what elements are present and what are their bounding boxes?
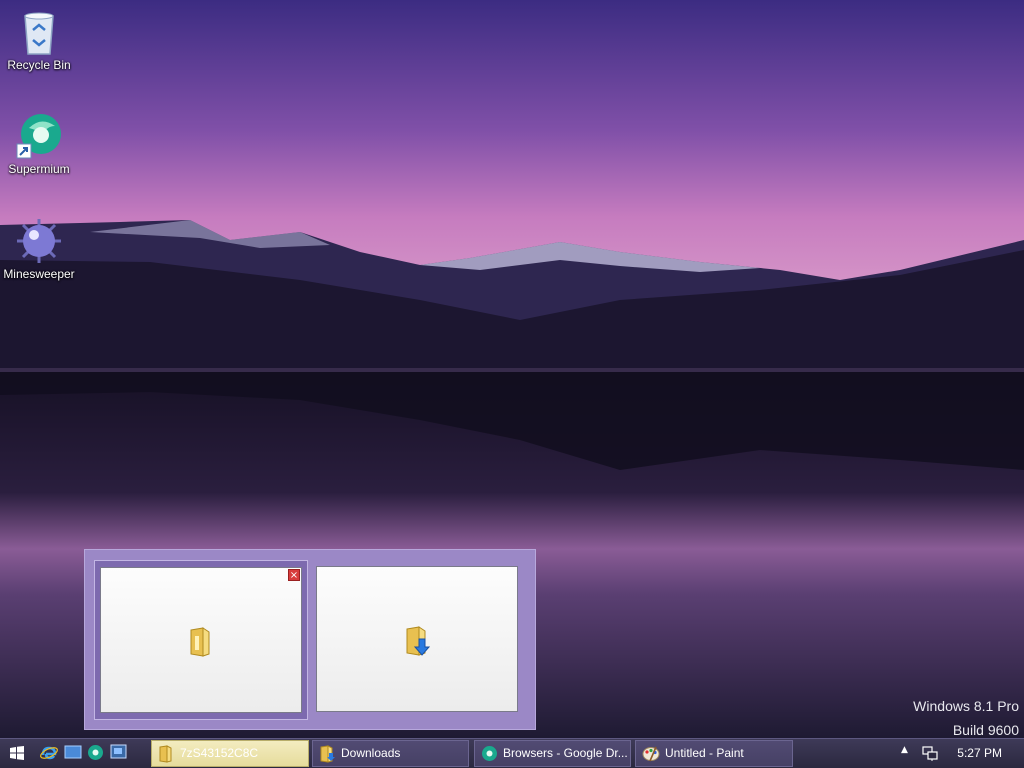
- folder-icon: [190, 627, 210, 657]
- desktop-icon-recycle-bin[interactable]: Recycle Bin: [1, 8, 77, 72]
- taskbar-button-label: 7zS43152C8C: [180, 746, 259, 760]
- desktop-icon-minesweeper[interactable]: Minesweeper: [1, 217, 77, 281]
- thumbnail-7zs-folder[interactable]: ×: [94, 560, 308, 720]
- taskbar-clock[interactable]: 5:27 PM: [957, 739, 1002, 768]
- show-desktop-icon[interactable]: [64, 744, 82, 760]
- show-hidden-icons-chevron-icon[interactable]: ▲: [901, 745, 908, 755]
- supermium-icon: [482, 746, 497, 761]
- minesweeper-icon: [15, 217, 63, 265]
- taskbar-thumbnail-preview: ×: [84, 549, 536, 730]
- taskbar-button-label: Downloads: [341, 746, 401, 760]
- internet-explorer-icon[interactable]: [40, 744, 58, 762]
- desktop-icon-label: Minesweeper: [3, 267, 75, 281]
- downloads-folder-icon: [320, 745, 335, 763]
- thumbnail-downloads-folder[interactable]: [311, 560, 525, 720]
- taskbar-button-untitled-paint[interactable]: Untitled - Paint: [635, 740, 793, 767]
- windows-logo-icon[interactable]: [10, 746, 24, 760]
- network-icon[interactable]: [922, 746, 938, 762]
- taskbar-button-label: Untitled - Paint: [665, 746, 744, 760]
- desktop-icon-supermium[interactable]: Supermium: [1, 112, 77, 176]
- watermark-build: Build 9600: [952, 722, 1019, 738]
- desktop[interactable]: Recycle Bin Supermium Minesweeper Window…: [0, 0, 1024, 738]
- taskbar-button-7zs-folder[interactable]: 7zS43152C8C: [151, 740, 309, 767]
- supermium-icon[interactable]: [87, 744, 104, 761]
- taskbar-button-label: Browsers - Google Dr...: [503, 746, 628, 760]
- folder-icon: [159, 745, 172, 763]
- supermium-browser-icon: [15, 112, 63, 160]
- watermark-edition: Windows 8.1 Pro: [913, 698, 1019, 714]
- desktop-icon-label: Recycle Bin: [7, 58, 71, 72]
- taskbar: 7zS43152C8C Downloads Browsers - Google …: [0, 738, 1024, 768]
- thumbnail-window-preview[interactable]: [316, 566, 518, 712]
- windows-version-watermark: Windows 8.1 Pro Build 9600: [913, 694, 1019, 738]
- taskbar-button-browsers-google-drive[interactable]: Browsers - Google Dr...: [474, 740, 631, 767]
- taskbar-button-downloads[interactable]: Downloads: [312, 740, 469, 767]
- thumbnail-window-preview[interactable]: ×: [100, 567, 302, 713]
- paint-icon: [642, 746, 660, 762]
- desktop-icon-label: Supermium: [8, 162, 70, 176]
- recycle-bin-icon: [15, 8, 63, 56]
- switch-windows-icon[interactable]: [110, 744, 127, 760]
- thumbnail-close-button[interactable]: ×: [288, 569, 300, 581]
- downloads-folder-icon: [406, 626, 431, 656]
